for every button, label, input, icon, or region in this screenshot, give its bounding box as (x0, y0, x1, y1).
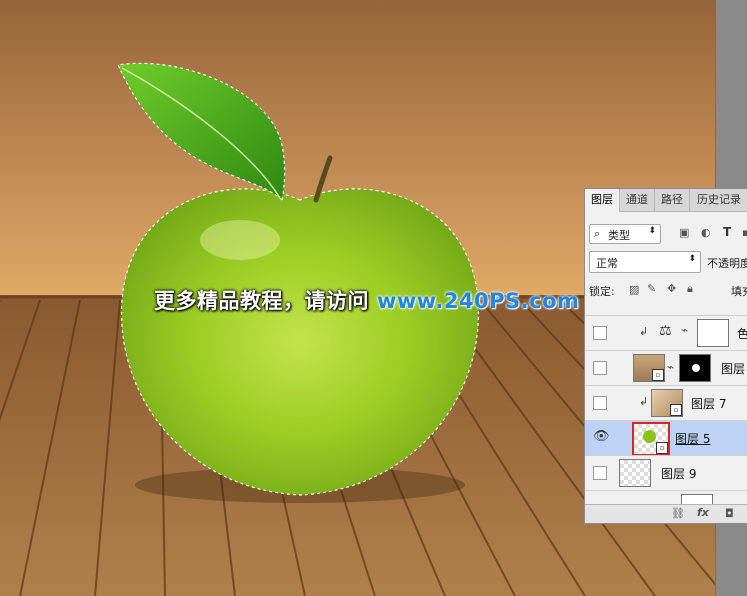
visibility-toggle[interactable] (593, 326, 607, 340)
layer-thumbnail[interactable]: ▫ (633, 354, 665, 382)
lock-all-icon[interactable]: 🔒︎ (687, 282, 693, 296)
image-filter-icon[interactable]: ▣ (679, 226, 689, 239)
fill-label: 填充 (731, 285, 747, 298)
blend-mode-value: 正常 (596, 257, 618, 270)
tab-channels[interactable]: 通道 (620, 189, 655, 211)
layer-row[interactable]: 图层 9 (585, 455, 747, 490)
link-icon: ⌁ (681, 323, 689, 337)
balance-icon: ⚖ (659, 323, 672, 339)
layer-name: 色 (737, 327, 747, 341)
layer-name: 图层 9 (661, 467, 697, 481)
mask-shape (692, 364, 700, 372)
panel-tabs: 图层 通道 路径 历史记录 (585, 189, 747, 212)
panel-bottom-bar: ⛓︎ fx ◘ (585, 504, 747, 523)
link-icon: ⌁ (667, 360, 675, 374)
eye-icon[interactable]: 👁︎ (593, 430, 610, 443)
clip-arrow-icon: ↲ (639, 395, 649, 408)
clip-arrow-icon: ↲ (639, 325, 649, 338)
lock-paint-icon[interactable]: ✎ (647, 282, 656, 295)
blend-mode-select[interactable]: 正常 ⬍ (589, 251, 701, 273)
layer-row[interactable]: ↲ ▫ 图层 7 (585, 385, 747, 420)
watermark: 更多精品教程，请访问 www.240PS.com (154, 285, 579, 315)
mask-thumbnail[interactable] (697, 319, 729, 347)
tab-paths[interactable]: 路径 (655, 189, 690, 211)
search-icon: ⌕ (594, 227, 601, 240)
layer-thumbnail[interactable]: ▫ (651, 389, 683, 417)
layer-name: 图层 7 (691, 397, 727, 411)
layer-thumbnail[interactable] (619, 459, 651, 487)
layer-name: 图层 (721, 362, 746, 376)
smart-object-icon: ▫ (656, 442, 668, 454)
lock-transparent-icon[interactable]: ▨ (629, 283, 639, 296)
watermark-url: www.240PS.com (377, 289, 580, 313)
mask-icon[interactable]: ◘ (725, 507, 734, 520)
mask-thumbnail[interactable] (679, 354, 711, 382)
tab-history[interactable]: 历史记录 (690, 189, 747, 211)
layer-row[interactable]: ↲ ⚖ ⌁ 色 (585, 315, 747, 350)
filter-kind-value: 类型 (608, 229, 630, 242)
layer-name: 图层 5 (675, 432, 711, 446)
visibility-toggle[interactable] (593, 361, 607, 375)
adjustment-filter-icon[interactable]: ◐ (701, 226, 711, 239)
layer-row[interactable]: 👁︎ ▫ 图层 5 (585, 420, 747, 456)
type-filter-icon[interactable]: T (723, 225, 731, 239)
layer-thumbnail[interactable]: ▫ (632, 422, 670, 456)
smart-object-icon: ▫ (670, 404, 682, 416)
visibility-toggle[interactable] (593, 466, 607, 480)
chevron-updown-icon: ⬍ (688, 254, 696, 264)
layer-row[interactable]: ▫ ⌁ 图层 (585, 350, 747, 385)
watermark-text: 更多精品教程，请访问 (154, 289, 369, 313)
opacity-label: 不透明度 (707, 257, 747, 270)
lock-position-icon[interactable]: ✥ (667, 282, 676, 295)
smart-object-icon: ▫ (652, 369, 664, 381)
visibility-toggle[interactable] (593, 396, 607, 410)
lock-label: 锁定: (589, 285, 615, 298)
fx-icon[interactable]: fx (697, 506, 709, 519)
chevron-updown-icon: ⬍ (648, 226, 656, 236)
apple-thumb-shape (643, 430, 656, 443)
link-icon[interactable]: ⛓︎ (671, 507, 685, 520)
layers-panel: 图层 通道 路径 历史记录 ⌕ 类型 ⬍ ▣ ◐ T ▪ 正常 ⬍ 不透明度 锁… (584, 188, 747, 524)
filter-kind-select[interactable]: ⌕ 类型 ⬍ (589, 224, 661, 244)
layer-row[interactable] (585, 490, 747, 505)
tab-layers[interactable]: 图层 (585, 189, 620, 212)
shape-filter-icon[interactable]: ▪ (742, 226, 747, 239)
